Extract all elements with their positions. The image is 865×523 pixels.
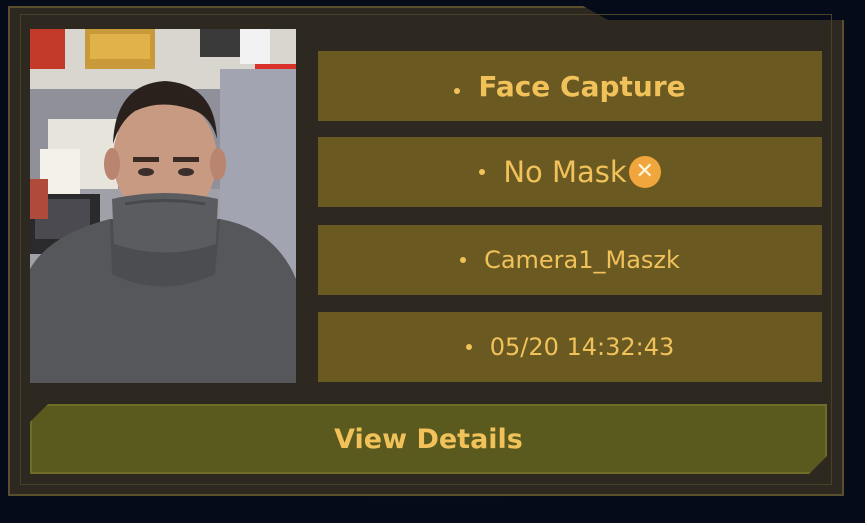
bullet-dot — [465, 344, 472, 350]
button-corner-decoration — [30, 404, 48, 422]
captured-face-photo[interactable] — [30, 29, 296, 383]
close-circle-icon: ✕ — [628, 156, 661, 188]
camera-name: Camera1_Maszk — [484, 246, 680, 274]
timestamp-row: 05/20 14:32:43 — [318, 312, 822, 382]
button-corner-decoration — [809, 456, 827, 474]
bullet-dot — [479, 169, 486, 175]
capture-title: Face Capture — [478, 69, 686, 103]
mask-status-text: No Mask — [503, 155, 627, 189]
bullet-dot — [460, 257, 467, 263]
mask-status-row: No Mask ✕ — [318, 137, 822, 207]
bullet-dot — [454, 88, 461, 94]
camera-row: Camera1_Maszk — [318, 225, 822, 295]
face-photo-image — [30, 29, 296, 383]
capture-timestamp: 05/20 14:32:43 — [489, 333, 675, 361]
app-background: Face Capture No Mask ✕ Camera1_Maszk 05/… — [0, 0, 865, 523]
capture-title-row: Face Capture — [318, 51, 822, 121]
view-details-button[interactable]: View Details — [30, 404, 827, 474]
view-details-label: View Details — [334, 423, 523, 455]
